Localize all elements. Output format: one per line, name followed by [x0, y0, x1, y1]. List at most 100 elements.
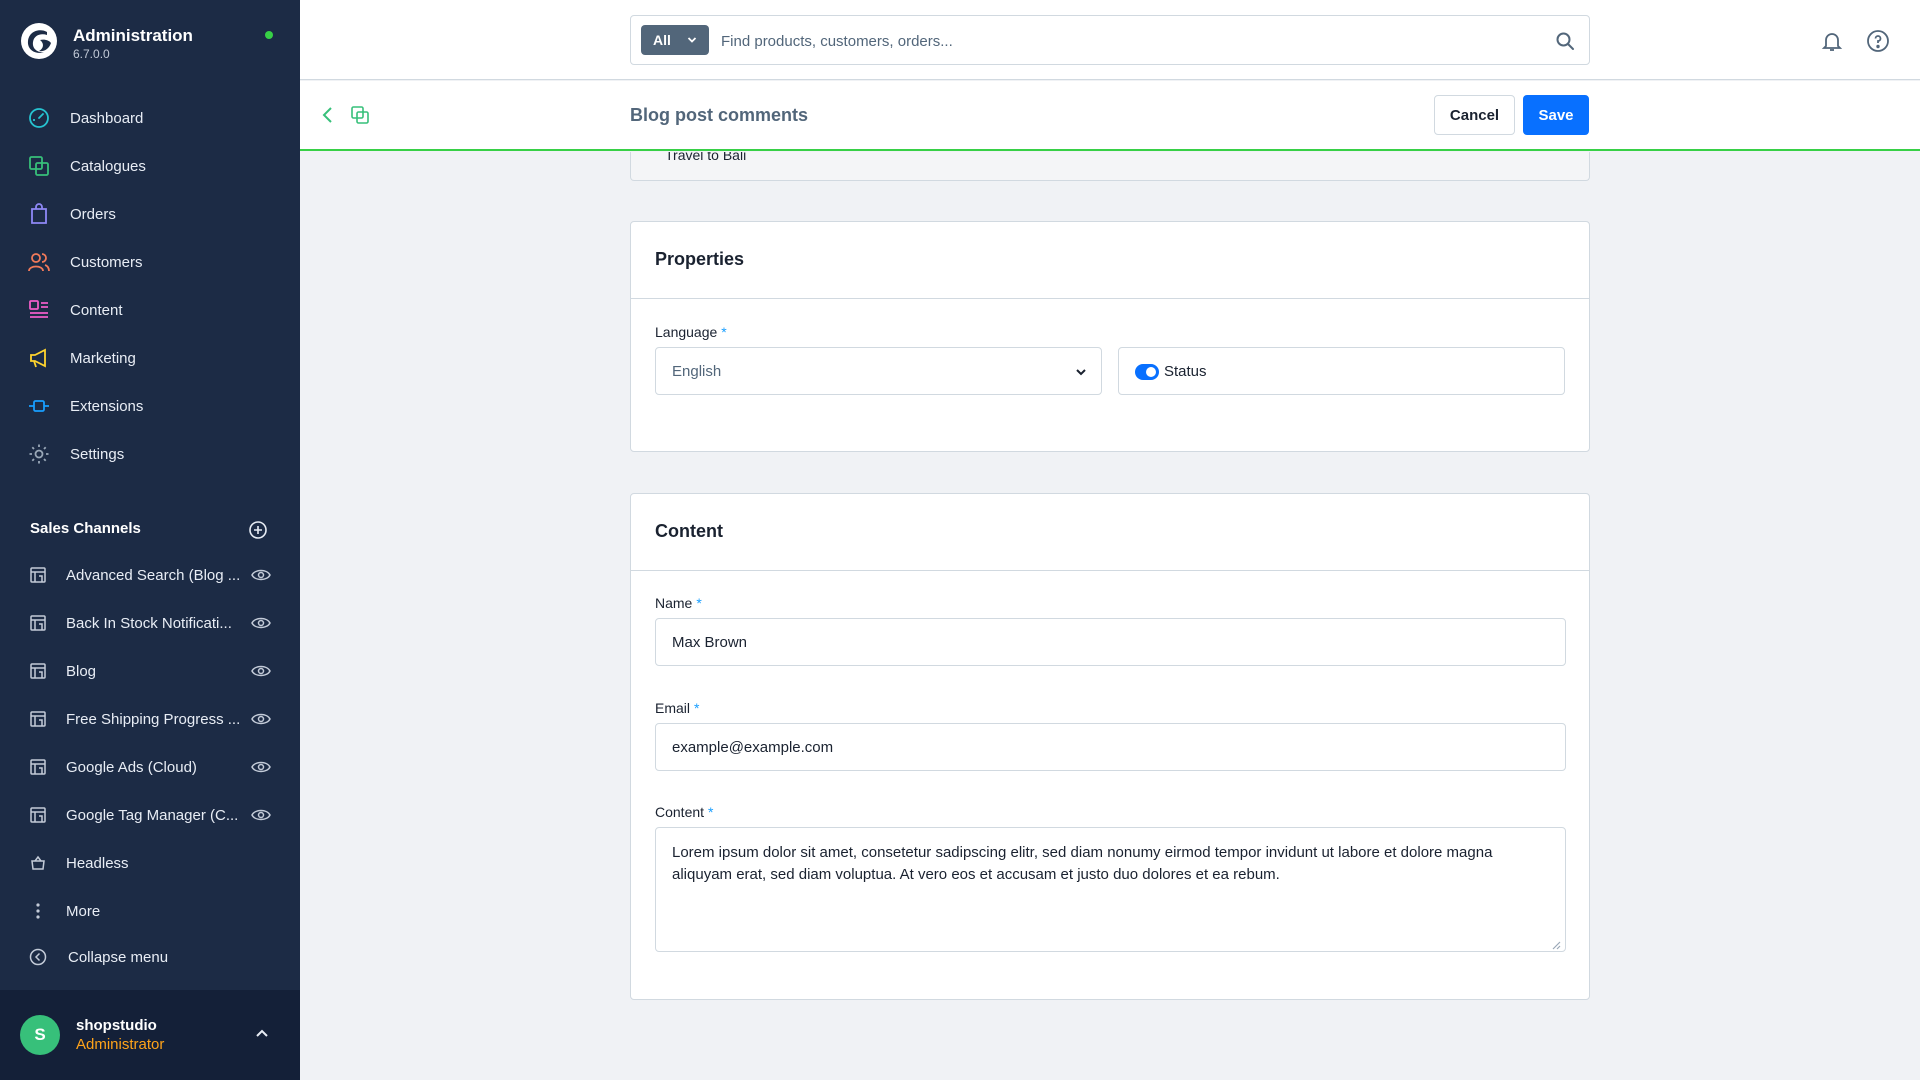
- brand-version: 6.7.0.0: [73, 47, 110, 61]
- content-label-text: Content: [655, 804, 705, 820]
- search-icon[interactable]: [1555, 31, 1575, 51]
- storefront-icon: [30, 567, 46, 583]
- sales-channels-title: Sales Channels: [30, 520, 141, 537]
- marketing-icon: [30, 348, 46, 368]
- nav-item-dashboard[interactable]: Dashboard: [0, 98, 300, 138]
- back-arrow-icon[interactable]: [320, 105, 336, 125]
- content-textarea[interactable]: Lorem ipsum dolor sit amet, consetetur s…: [655, 827, 1566, 952]
- storefront-icon: [30, 663, 46, 679]
- sales-channel-item[interactable]: Advanced Search (Blog ...: [0, 555, 300, 595]
- smart-bar: Blog post comments Cancel Save: [300, 81, 1920, 151]
- previous-card: Travel to Bali: [630, 152, 1590, 181]
- more-icon: [36, 903, 40, 919]
- name-label: Name *: [655, 595, 702, 611]
- name-input[interactable]: [655, 618, 1566, 666]
- bell-icon[interactable]: [1820, 29, 1844, 53]
- more-label: More: [66, 902, 101, 920]
- eye-icon[interactable]: [251, 807, 271, 823]
- resize-handle-icon[interactable]: [1551, 940, 1561, 950]
- nav-item-content[interactable]: Content: [0, 290, 300, 330]
- sales-channel-item-headless[interactable]: Headless: [0, 843, 300, 883]
- page-title: Blog post comments: [630, 105, 809, 125]
- eye-icon[interactable]: [251, 567, 271, 583]
- status-field: Status: [1118, 347, 1565, 395]
- email-label-text: Email: [655, 700, 691, 716]
- card-title: Properties: [655, 249, 745, 269]
- collapse-icon: [29, 948, 47, 966]
- nav-label: Dashboard: [70, 109, 144, 127]
- sales-channel-label: Google Ads (Cloud): [66, 758, 197, 776]
- language-label: Language *: [655, 324, 727, 340]
- customers-icon: [28, 253, 50, 272]
- nav-item-marketing[interactable]: Marketing: [0, 338, 300, 378]
- sales-channel-label: Free Shipping Progress ...: [66, 710, 241, 728]
- sales-channel-item[interactable]: Google Tag Manager (C...: [0, 795, 300, 835]
- orders-icon: [31, 203, 47, 224]
- user-role: Administrator: [76, 1036, 165, 1053]
- chevron-down-icon: [1076, 369, 1086, 376]
- nav-item-customers[interactable]: Customers: [0, 242, 300, 282]
- email-input[interactable]: [655, 723, 1566, 771]
- storefront-icon: [30, 759, 46, 775]
- collapse-menu-label: Collapse menu: [68, 948, 169, 966]
- search-type-label: All: [653, 32, 671, 48]
- global-search: All: [630, 15, 1590, 65]
- status-toggle[interactable]: [1135, 364, 1159, 380]
- save-button[interactable]: Save: [1523, 95, 1589, 135]
- language-label-text: Language: [655, 324, 718, 340]
- sales-channel-label: Headless: [66, 854, 129, 872]
- previous-card-text: Travel to Bali: [665, 152, 747, 163]
- content-card: Content Name* Email* Content* Lorem ipsu…: [630, 493, 1590, 1000]
- storefront-icon: [30, 807, 46, 823]
- eye-icon[interactable]: [251, 759, 271, 775]
- sales-channel-label: Advanced Search (Blog ...: [66, 566, 241, 584]
- nav-item-settings[interactable]: Settings: [0, 434, 300, 474]
- email-label: Email *: [655, 700, 699, 716]
- nav-item-catalogues[interactable]: Catalogues: [0, 146, 300, 186]
- chevron-down-icon: [687, 37, 697, 43]
- storefront-icon: [30, 711, 46, 727]
- dashboard-icon: [29, 108, 49, 128]
- sales-channel-more[interactable]: More: [0, 891, 300, 931]
- search-input[interactable]: [721, 26, 1541, 56]
- copy-icon[interactable]: [350, 105, 370, 125]
- user-menu[interactable]: S shopstudio Administrator: [0, 990, 300, 1080]
- chevron-up-icon[interactable]: [254, 1026, 270, 1042]
- collapse-menu-button[interactable]: Collapse menu: [0, 937, 300, 977]
- sales-channel-label: Google Tag Manager (C...: [66, 806, 239, 824]
- settings-icon: [29, 444, 49, 464]
- language-select[interactable]: English: [655, 347, 1102, 395]
- cancel-button[interactable]: Cancel: [1434, 95, 1515, 135]
- status-dot: [265, 31, 273, 39]
- nav-label: Settings: [70, 445, 125, 463]
- nav-item-orders[interactable]: Orders: [0, 194, 300, 234]
- catalogue-icon: [29, 156, 49, 176]
- headless-icon: [31, 855, 45, 870]
- nav-label: Catalogues: [70, 157, 146, 175]
- nav-label: Customers: [70, 253, 143, 271]
- eye-icon[interactable]: [251, 711, 271, 727]
- content-label: Content *: [655, 804, 714, 820]
- eye-icon[interactable]: [251, 663, 271, 679]
- sales-channel-item[interactable]: Blog: [0, 651, 300, 691]
- card-header: Content: [631, 494, 1589, 571]
- eye-icon[interactable]: [251, 615, 271, 631]
- nav-label: Content: [70, 301, 123, 319]
- sales-channel-item[interactable]: Google Ads (Cloud): [0, 747, 300, 787]
- search-type-dropdown[interactable]: All: [641, 25, 709, 55]
- sidebar: Administration 6.7.0.0 Dashboard Catalog…: [0, 0, 300, 1080]
- help-icon[interactable]: [1866, 29, 1890, 53]
- sales-channel-item[interactable]: Back In Stock Notificati...: [0, 603, 300, 643]
- nav-item-extensions[interactable]: Extensions: [0, 386, 300, 426]
- sales-channel-item[interactable]: Free Shipping Progress ...: [0, 699, 300, 739]
- card-title: Content: [655, 521, 723, 541]
- required-marker: *: [696, 595, 702, 611]
- card-header: Properties: [631, 222, 1589, 299]
- nav-label: Extensions: [70, 397, 144, 415]
- status-label: Status: [1164, 363, 1207, 380]
- language-value: English: [672, 363, 722, 380]
- extensions-icon: [29, 400, 49, 412]
- brand-title: Administration: [73, 26, 193, 45]
- add-sales-channel-icon[interactable]: [248, 520, 268, 540]
- required-marker: *: [708, 804, 714, 820]
